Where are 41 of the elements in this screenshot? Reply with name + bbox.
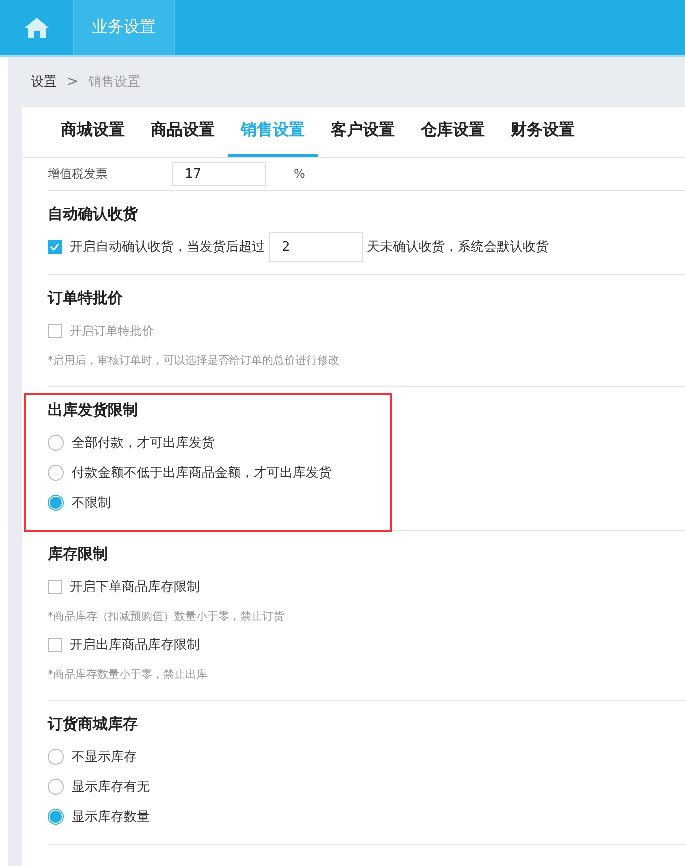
section-title: 自动确认收货 bbox=[48, 205, 139, 224]
radio-button[interactable] bbox=[48, 435, 64, 451]
checkbox-label: 开启订单特批价 bbox=[70, 322, 154, 340]
field-label: 增值税发票 bbox=[48, 166, 109, 182]
radio-label: 全部付款，才可出库发货 bbox=[72, 435, 215, 452]
radio-button[interactable] bbox=[48, 779, 64, 795]
radio-button[interactable] bbox=[48, 749, 64, 765]
radio-label: 显示库存数量 bbox=[72, 809, 150, 826]
settings-tab[interactable]: 仓库设置 bbox=[408, 107, 498, 157]
settings-tab[interactable]: 商城设置 bbox=[48, 107, 138, 157]
radio-label: 显示库存有无 bbox=[72, 779, 150, 796]
checkbox-suffix: 天未确认收货，系统会默认收货 bbox=[367, 239, 549, 256]
settings-tab[interactable]: 客户设置 bbox=[318, 107, 408, 157]
days-field[interactable]: 2 bbox=[269, 232, 363, 262]
section-title: 订货商城库存 bbox=[48, 715, 139, 734]
breadcrumb-separator: > bbox=[67, 74, 79, 90]
radio-button[interactable] bbox=[48, 465, 64, 481]
radio-label: 付款金额不低于出库商品金额，才可出库发货 bbox=[72, 465, 332, 482]
section-title: 出库发货限制 bbox=[48, 401, 139, 420]
section-title: 库存限制 bbox=[48, 545, 109, 564]
breadcrumb-item: 销售设置 bbox=[88, 74, 141, 91]
checkbox-label: 开启下单商品库存限制 bbox=[70, 579, 200, 596]
home-icon bbox=[24, 16, 50, 38]
radio-button[interactable] bbox=[48, 495, 64, 511]
checkbox[interactable] bbox=[48, 580, 62, 594]
section-title: 订单特批价 bbox=[48, 289, 124, 308]
hint-text: *启用后，审核订单时，可以选择是否给订单的总价进行修改 bbox=[48, 352, 340, 368]
hint-text: *商品库存（扣减预购值）数量小于零，禁止订货 bbox=[48, 608, 286, 624]
unit-label: % bbox=[294, 167, 306, 181]
checkbox-label: 开启出库商品库存限制 bbox=[70, 637, 200, 654]
checkbox[interactable] bbox=[48, 240, 62, 254]
checkbox-label: 开启自动确认收货，当发货后超过 bbox=[70, 239, 265, 256]
settings-tab[interactable]: 商品设置 bbox=[138, 107, 228, 157]
breadcrumb-item[interactable]: 设置 bbox=[31, 73, 57, 91]
tax-rate-field[interactable]: 17 bbox=[172, 162, 266, 186]
checkbox[interactable] bbox=[48, 638, 62, 652]
radio-button[interactable] bbox=[48, 809, 64, 825]
settings-tab[interactable]: 财务设置 bbox=[498, 107, 588, 157]
radio-label: 不限制 bbox=[72, 495, 111, 512]
hint-text: *商品库存数量小于零，禁止出库 bbox=[48, 666, 208, 682]
radio-label: 不显示库存 bbox=[72, 749, 137, 766]
